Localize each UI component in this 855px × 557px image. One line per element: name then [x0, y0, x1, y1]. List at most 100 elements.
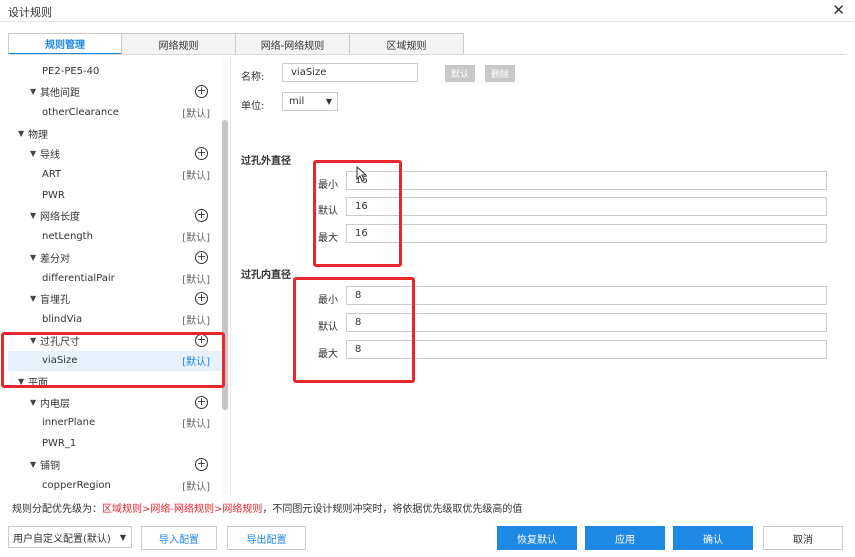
- tree-item[interactable]: otherClearance [默认]: [8, 102, 222, 122]
- tab-net-rules[interactable]: 网络规则: [122, 33, 236, 55]
- default-tag: [默认]: [182, 481, 210, 493]
- default-tag: [默认]: [182, 171, 210, 182]
- panel-divider: [230, 56, 231, 494]
- add-rule-icon[interactable]: +: [195, 395, 208, 409]
- rule-tree: PE2-PE5-40 ▼ 其他间距 + otherClearance [默认] ▼ 物理 ▼ 导线…: [8, 56, 230, 494]
- priority-note-order: 区域规则>网络-网络规则>网络规则: [102, 504, 263, 515]
- rule-name-input[interactable]: viaSize: [282, 63, 418, 82]
- tree-item-label: 内电层: [40, 398, 70, 410]
- priority-note-suffix: ，不同图元设计规则冲突时，将依据优先级取优先级高的值: [262, 504, 523, 515]
- apply-button[interactable]: 应用: [585, 526, 665, 550]
- tree-item-label: netLength: [42, 231, 93, 243]
- caret-down-icon[interactable]: ▼: [30, 294, 40, 303]
- add-rule-icon[interactable]: +: [195, 457, 208, 471]
- tree-item[interactable]: ▼ 网络长度 +: [8, 206, 222, 226]
- outer-max-input[interactable]: 16: [346, 224, 827, 243]
- outer-diameter-title: 过孔外直径: [241, 156, 291, 167]
- tree-item[interactable]: ▼ 差分对 +: [8, 247, 222, 267]
- inner-min-input[interactable]: 8: [346, 286, 827, 305]
- default-tag: [默认]: [182, 108, 210, 120]
- tree-item-label: ART: [42, 169, 62, 180]
- name-label: 名称:: [241, 72, 265, 83]
- tree-item[interactable]: ▼ 盲埋孔 +: [8, 289, 222, 309]
- unit-select[interactable]: mil ▼: [282, 92, 338, 111]
- tree-item-label: 差分对: [40, 253, 70, 265]
- chevron-down-icon: ▼: [325, 97, 332, 106]
- priority-note: 规则分配优先级为：区域规则>网络-网络规则>网络规则，不同图元设计规则冲突时，将…: [12, 500, 522, 515]
- caret-down-icon[interactable]: ▼: [30, 149, 40, 158]
- tree-item[interactable]: ▼ 物理: [8, 123, 222, 143]
- cancel-button[interactable]: 取消: [763, 526, 843, 550]
- import-config-button[interactable]: 导入配置: [141, 526, 217, 550]
- tree-item-label: 铺铜: [40, 460, 60, 472]
- highlight-box-outer: [313, 160, 402, 267]
- add-rule-icon[interactable]: +: [195, 209, 208, 223]
- tree-item-label: 物理: [28, 129, 48, 141]
- add-rule-icon[interactable]: +: [195, 85, 208, 99]
- tree-item-label: otherClearance: [42, 106, 119, 118]
- tree-item-label: innerPlane: [42, 417, 96, 429]
- window-title: 设计规则: [8, 6, 52, 19]
- tree-item[interactable]: PWR_1: [8, 434, 222, 454]
- set-default-button[interactable]: 默认: [445, 65, 475, 82]
- add-rule-icon[interactable]: +: [195, 147, 208, 161]
- tab-net-net-rules[interactable]: 网络-网络规则: [236, 33, 350, 55]
- caret-down-icon[interactable]: ▼: [30, 87, 40, 96]
- caret-down-icon[interactable]: ▼: [30, 398, 40, 407]
- caret-down-icon[interactable]: ▼: [18, 129, 28, 138]
- unit-label: 单位:: [241, 101, 265, 112]
- highlight-box-tree: [1, 332, 225, 388]
- outer-default-input[interactable]: 16: [346, 197, 827, 216]
- tree-item-label: differentialPair: [42, 272, 115, 284]
- tree-item-label: PE2-PE5-40: [42, 65, 100, 77]
- tab-bar: 规则管理 网络规则 网络-网络规则 区域规则: [8, 33, 464, 55]
- confirm-button[interactable]: 确认: [673, 526, 753, 550]
- inner-diameter-title: 过孔内直径: [241, 270, 291, 281]
- priority-note-prefix: 规则分配优先级为：: [12, 504, 102, 515]
- caret-down-icon[interactable]: ▼: [30, 211, 40, 220]
- default-tag: [默认]: [182, 315, 210, 327]
- config-select-value: 用户自定义配置(默认): [13, 533, 111, 545]
- close-icon[interactable]: ✕: [832, 1, 845, 19]
- tree-item-label: PWR: [42, 189, 65, 201]
- tree-item[interactable]: ▼ 其他间距 +: [8, 82, 222, 102]
- tree-item-label: 网络长度: [40, 212, 80, 224]
- inner-max-input[interactable]: 8: [346, 340, 827, 359]
- tree-item[interactable]: blindVia [默认]: [8, 309, 222, 329]
- tree-item-label: PWR_1: [42, 438, 77, 450]
- tree-item[interactable]: ART [默认]: [8, 165, 222, 185]
- tree-item-label: copperRegion: [42, 479, 111, 491]
- default-tag: [默认]: [182, 233, 210, 245]
- unit-select-value: mil: [289, 96, 305, 107]
- tree-item[interactable]: netLength [默认]: [8, 227, 222, 247]
- add-rule-icon[interactable]: +: [195, 292, 208, 306]
- tree-item-label: blindVia: [42, 313, 83, 325]
- config-select[interactable]: 用户自定义配置(默认) ▼: [8, 526, 132, 548]
- tree-item-label: 导线: [40, 150, 60, 162]
- tree-item[interactable]: PWR: [8, 185, 222, 205]
- tree-item-label: 其他间距: [40, 88, 80, 100]
- caret-down-icon[interactable]: ▼: [30, 253, 40, 262]
- default-tag: [默认]: [182, 419, 210, 431]
- tree-item[interactable]: differentialPair [默认]: [8, 268, 222, 288]
- tree-item[interactable]: ▼ 内电层 +: [8, 392, 222, 412]
- tree-item[interactable]: innerPlane [默认]: [8, 413, 222, 433]
- title-bar: 设计规则 ✕: [0, 0, 855, 22]
- tree-item[interactable]: ▼ 铺铜 +: [8, 454, 222, 474]
- tree-item-label: 盲埋孔: [40, 295, 70, 307]
- tree-item[interactable]: ▼ 导线 +: [8, 144, 222, 164]
- default-tag: [默认]: [182, 274, 210, 286]
- caret-down-icon[interactable]: ▼: [30, 460, 40, 469]
- tab-divider: [8, 54, 846, 55]
- chevron-down-icon: ▼: [119, 532, 126, 542]
- add-rule-icon[interactable]: +: [195, 250, 208, 264]
- export-config-button[interactable]: 导出配置: [227, 526, 306, 550]
- tree-item[interactable]: PE2-PE5-40: [8, 61, 222, 81]
- tree-item[interactable]: copperRegion [默认]: [8, 475, 222, 494]
- delete-button[interactable]: 删除: [485, 65, 515, 82]
- tab-rule-management[interactable]: 规则管理: [8, 33, 122, 55]
- outer-min-input[interactable]: 16: [346, 171, 827, 190]
- tab-region-rules[interactable]: 区域规则: [350, 33, 464, 55]
- inner-default-input[interactable]: 8: [346, 313, 827, 332]
- restore-default-button[interactable]: 恢复默认: [497, 526, 577, 550]
